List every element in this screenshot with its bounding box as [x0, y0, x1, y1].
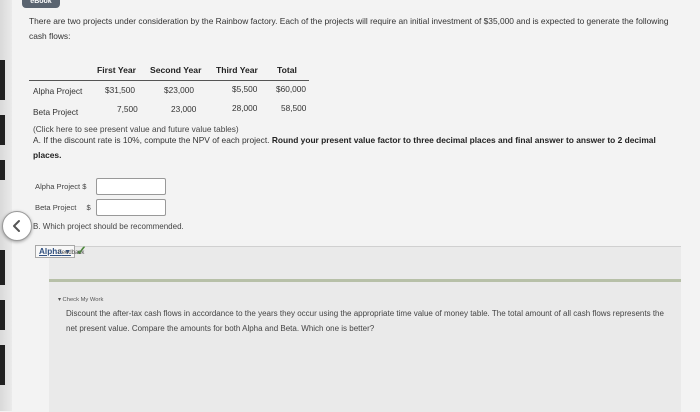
cell-beta-y2: 23,000 [171, 104, 197, 114]
beta-project-label: Beta Project $ [35, 203, 91, 212]
col-header-total: Total [277, 65, 297, 75]
cell-alpha-y2: $23,000 [164, 85, 194, 95]
alpha-npv-input[interactable] [96, 178, 166, 195]
alpha-project-label: Alpha Project $ [35, 182, 87, 191]
col-header-third-year: Third Year [216, 65, 258, 75]
feedback-divider [49, 279, 681, 282]
feedback-hint: Discount the after-tax cash flows in acc… [66, 309, 664, 333]
feedback-title: Feedback [58, 250, 85, 256]
col-header-second-year: Second Year [150, 65, 202, 75]
intro-text: There are two projects under considerati… [29, 16, 669, 41]
row-label-alpha: Alpha Project [33, 86, 83, 96]
cell-alpha-y3: $5,500 [232, 84, 258, 94]
cell-beta-total: 58,500 [281, 103, 307, 113]
check-my-work-toggle[interactable]: ▾ Check My Work [58, 297, 103, 303]
question-a: A. If the discount rate is 10%, compute … [33, 133, 673, 163]
question-b: B. Which project should be recommended. [33, 222, 184, 231]
header-divider [29, 80, 309, 81]
beta-npv-input[interactable] [96, 199, 166, 216]
cell-beta-y3: 28,000 [232, 103, 258, 113]
col-header-first-year: First Year [97, 65, 137, 75]
cell-beta-y1: 7,500 [117, 104, 138, 114]
cell-alpha-total: $60,000 [276, 84, 306, 94]
triangle-down-icon: ▾ [58, 297, 61, 303]
cell-alpha-y1: $31,500 [105, 85, 135, 95]
question-a-text: A. If the discount rate is 10%, compute … [33, 135, 272, 145]
row-label-beta: Beta Project [33, 107, 79, 117]
